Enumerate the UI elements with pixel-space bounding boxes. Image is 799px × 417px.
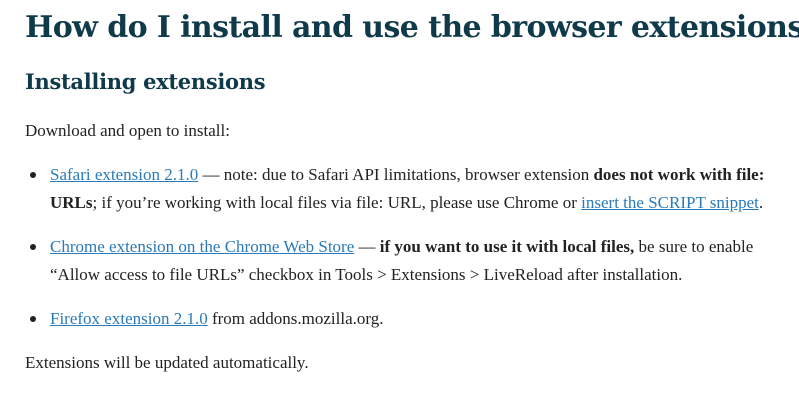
safari-note-suffix: . [758,193,764,212]
safari-extension-link[interactable]: Safari extension 2.1.0 [50,165,198,184]
bullet-icon [30,316,36,322]
section-heading: Installing extensions [25,69,266,94]
list-item-chrome: Chrome extension on the Chrome Web Store… [25,233,785,289]
firefox-note-suffix: from addons.mozilla.org. [207,309,384,328]
bullet-icon [30,244,36,250]
chrome-extension-link[interactable]: Chrome extension on the Chrome Web Store [50,237,354,256]
article-content: How do I install and use the browser ext… [25,0,799,377]
bullet-icon [30,172,36,178]
outro-text: Extensions will be updated automatically… [25,353,309,372]
list-item-firefox: Firefox extension 2.1.0 from addons.mozi… [25,305,785,333]
page-title: How do I install and use the browser ext… [25,10,799,45]
extension-list: Safari extension 2.1.0 — note: due to Sa… [25,161,785,333]
chrome-note-bold: if you want to use it with local files, [379,237,635,256]
safari-note-middle: ; if you’re working with local files via… [92,193,582,212]
safari-note-prefix: — note: due to Safari API limitations, b… [198,165,594,184]
intro-text: Download and open to install: [25,121,230,140]
insert-script-snippet-link[interactable]: insert the SCRIPT snippet [581,193,759,212]
chrome-note-prefix: — [354,237,380,256]
firefox-extension-link[interactable]: Firefox extension 2.1.0 [50,309,208,328]
list-item-safari: Safari extension 2.1.0 — note: due to Sa… [25,161,785,217]
